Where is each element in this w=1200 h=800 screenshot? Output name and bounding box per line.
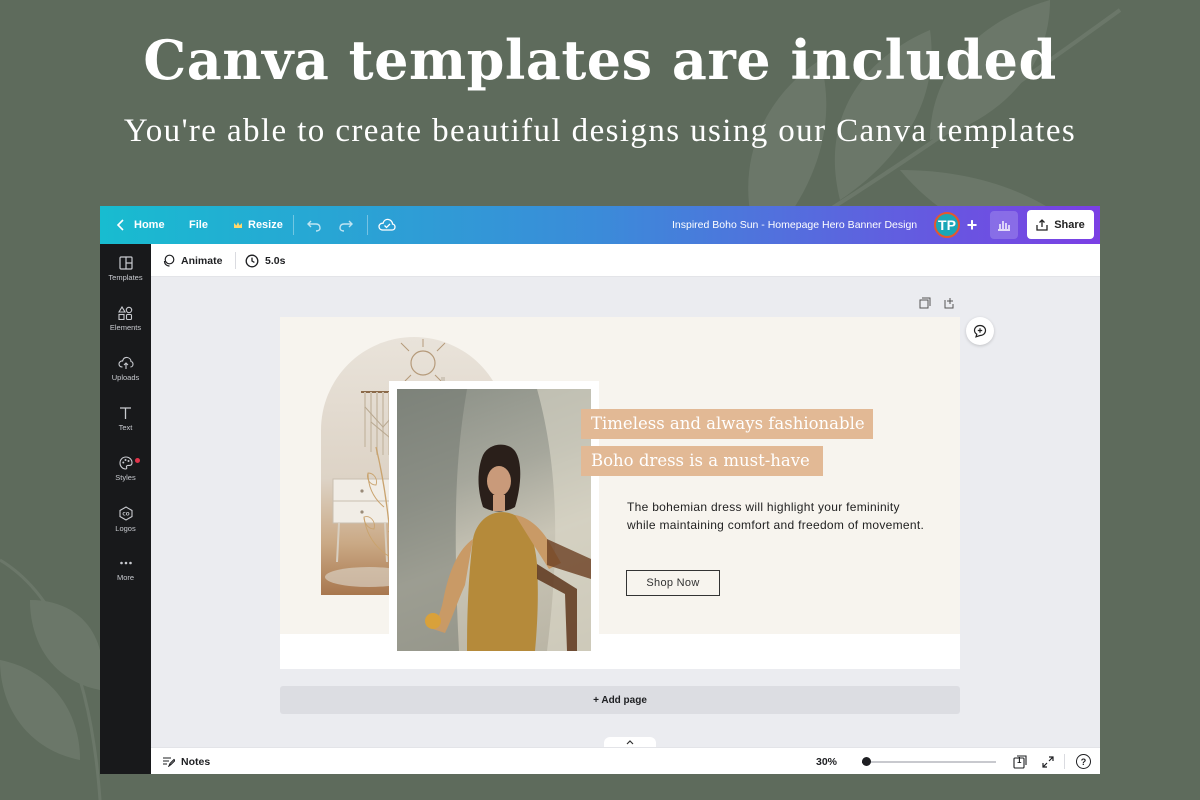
duplicate-page-icon[interactable] [919, 297, 931, 309]
templates-icon [118, 256, 133, 270]
promo-title: Canva templates are included [143, 28, 1057, 92]
bar-chart-icon [998, 221, 1010, 231]
page-count-button[interactable]: 1 [1013, 748, 1027, 774]
fullscreen-button[interactable] [1042, 748, 1054, 774]
avatar[interactable]: TP [934, 212, 960, 238]
sidebar-item-uploads[interactable]: Uploads [100, 356, 151, 400]
uploads-icon [117, 356, 134, 369]
undo-button[interactable] [306, 206, 322, 244]
sidebar-item-label: Templates [108, 273, 143, 282]
divider [235, 252, 236, 269]
sidebar-item-label: Uploads [111, 373, 140, 382]
file-label: File [189, 219, 208, 231]
redo-icon [339, 220, 353, 232]
expand-icon [1042, 755, 1054, 768]
add-page-icon[interactable] [944, 297, 956, 309]
sidebar-item-text[interactable]: Text [100, 406, 151, 450]
sidebar-item-logos[interactable]: CO Logos [100, 506, 151, 550]
invite-button[interactable]: + [960, 212, 984, 238]
shop-now-button[interactable]: Shop Now [626, 570, 720, 596]
zoom-label: 30% [816, 755, 838, 768]
zoom-slider-handle[interactable] [862, 757, 872, 766]
animate-label: Animate [181, 254, 223, 267]
logos-icon: CO [118, 506, 133, 521]
notes-label: Notes [181, 755, 211, 768]
promo-subtitle: You're able to create beautiful designs … [123, 113, 1077, 149]
duration-label: 5.0s [265, 254, 286, 267]
share-label: Share [1054, 218, 1085, 231]
add-comment-button[interactable] [966, 317, 994, 345]
redo-button[interactable] [338, 206, 354, 244]
comment-plus-icon [973, 324, 987, 338]
file-menu-button[interactable]: File [189, 206, 208, 244]
sidebar-item-label: Elements [109, 323, 142, 332]
svg-text:CO: CO [122, 512, 129, 518]
canvas-workspace: Timeless and always fashionable Boho dre… [151, 277, 1089, 737]
notification-dot [135, 458, 140, 463]
home-label: Home [134, 219, 165, 231]
zoom-slider[interactable] [862, 757, 996, 766]
cloud-check-icon [378, 218, 396, 231]
sidebar: Templates Elements Uploads Text Styles C… [100, 244, 151, 774]
zoom-level[interactable]: 30% [816, 748, 837, 774]
collapse-tab[interactable] [604, 737, 656, 747]
sidebar-item-label: Logos [115, 524, 136, 533]
leaf-decoration-icon [0, 558, 103, 800]
notes-button[interactable]: Notes [162, 748, 210, 774]
sidebar-item-label: More [116, 573, 135, 582]
divider [293, 215, 294, 235]
sidebar-item-templates[interactable]: Templates [100, 256, 151, 300]
notes-icon [163, 757, 175, 767]
sidebar-item-label: Styles [115, 473, 136, 482]
resize-button[interactable]: Resize [233, 206, 283, 244]
woman-in-boho-dress-image [397, 389, 591, 651]
insights-button[interactable] [990, 211, 1018, 239]
clock-icon [245, 254, 259, 267]
more-icon [119, 561, 132, 565]
document-title-text: Inspired Boho Sun - Homepage Hero Banner… [672, 219, 918, 231]
sidebar-item-styles[interactable]: Styles [100, 456, 151, 500]
canva-editor-window: Home File Resize Inspired Boho Sun - Hom… [100, 206, 1100, 774]
divider [1064, 754, 1065, 769]
add-page-button[interactable]: + Add page [280, 686, 960, 714]
share-upload-icon [1036, 218, 1048, 231]
crown-icon [234, 221, 242, 228]
page-count: 1 [1017, 756, 1022, 765]
help-button[interactable]: ? [1076, 748, 1091, 774]
bottom-bar: Notes 30% 1 ? [151, 747, 1100, 774]
body-text[interactable]: The bohemian dress will highlight your f… [627, 498, 927, 534]
undo-icon [307, 220, 321, 232]
sidebar-item-elements[interactable]: Elements [100, 306, 151, 350]
home-button[interactable]: Home [116, 206, 165, 244]
chevron-up-icon [626, 739, 634, 744]
animate-button[interactable]: Animate [162, 244, 222, 277]
share-button[interactable]: Share [1027, 210, 1094, 239]
sidebar-item-label: Text [118, 423, 133, 432]
chevron-left-icon [116, 219, 124, 231]
sidebar-item-more[interactable]: More [100, 556, 151, 600]
top-bar: Home File Resize Inspired Boho Sun - Hom… [100, 206, 1100, 244]
editor-toolbar: Animate 5.0s [151, 244, 1100, 277]
design-page[interactable]: Timeless and always fashionable Boho dre… [280, 317, 960, 669]
help-icon: ? [1076, 754, 1091, 769]
styles-icon [118, 456, 133, 470]
resize-label: Resize [248, 219, 283, 231]
document-title[interactable]: Inspired Boho Sun - Homepage Hero Banner… [672, 206, 917, 244]
headline-line-1[interactable]: Timeless and always fashionable [581, 409, 873, 439]
divider [367, 215, 368, 235]
model-photo [397, 389, 591, 651]
headline-line-2[interactable]: Boho dress is a must-have [581, 446, 823, 476]
animate-icon [163, 254, 175, 267]
text-icon [120, 407, 131, 419]
elements-icon [118, 306, 133, 320]
duration-button[interactable]: 5.0s [245, 244, 285, 277]
cloud-save-button[interactable] [378, 206, 396, 244]
